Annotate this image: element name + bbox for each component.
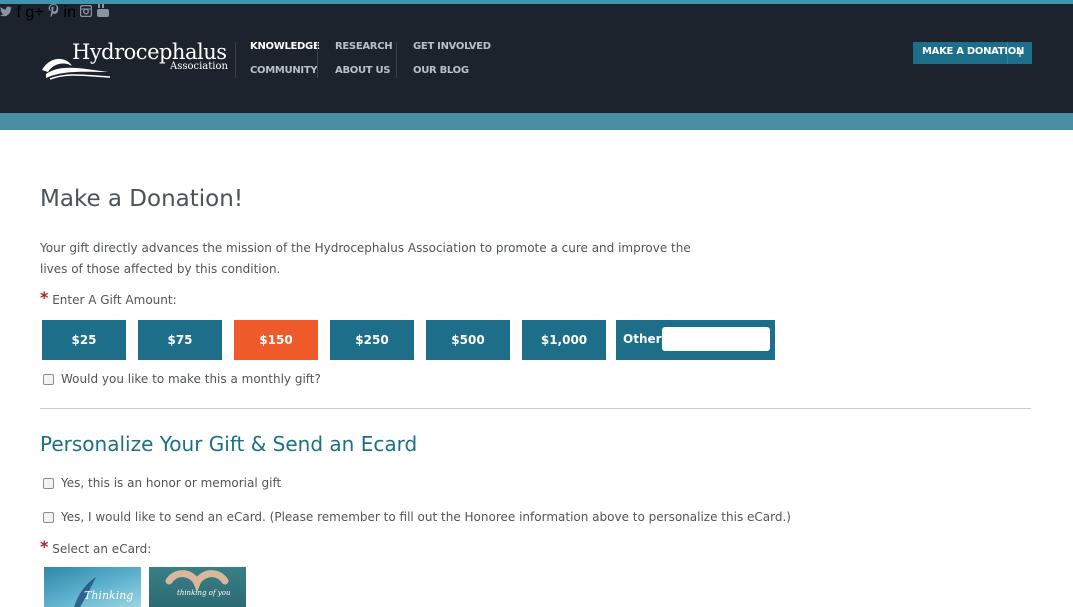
nav-column-3: GET INVOLVED OUR BLOG [413, 40, 491, 88]
honor-gift-checkbox[interactable] [43, 478, 54, 489]
ecard-text: Thinking [84, 589, 134, 602]
amount-button-25[interactable]: $25 [42, 320, 126, 360]
section-divider [40, 408, 1031, 409]
amount-button-1000[interactable]: $1,000 [522, 320, 606, 360]
required-marker: * [40, 288, 49, 307]
gift-amount-label-text: Enter A Gift Amount: [52, 293, 177, 307]
nav-about-us[interactable]: ABOUT US [335, 64, 392, 88]
intro-text: Your gift directly advances the mission … [40, 241, 691, 276]
social-icons: f g+ in [0, 4, 1073, 22]
nav-column-2: RESEARCH ABOUT US [335, 40, 393, 88]
monthly-gift-row: Would you like to make this a monthly gi… [43, 372, 321, 386]
ecard-optin-row: Yes, I would like to send an eCard. (Ple… [43, 510, 791, 524]
nav-column-1: KNOWLEDGE COMMUNITY [250, 40, 320, 88]
instagram-icon[interactable] [80, 4, 96, 21]
heart-hands-icon [165, 570, 229, 593]
logo[interactable]: Hydrocephalus Association [40, 36, 228, 88]
ecard-optin-checkbox[interactable] [43, 512, 54, 523]
nav-get-involved[interactable]: GET INVOLVED [413, 40, 491, 64]
amount-button-250[interactable]: $250 [330, 320, 414, 360]
ecard-option-thinking[interactable]: Thinking [44, 567, 141, 607]
ecard-optin-label: Yes, I would like to send an eCard. (Ple… [61, 510, 791, 524]
nav-our-blog[interactable]: OUR BLOG [413, 64, 491, 88]
site-header: Hydrocephalus Association KNOWLEDGE COMM… [0, 4, 1073, 113]
gift-amount-label: * Enter A Gift Amount: [40, 290, 177, 308]
section-title: Personalize Your Gift & Send an Ecard [40, 432, 418, 456]
other-amount-input[interactable] [662, 327, 770, 351]
amount-button-75[interactable]: $75 [138, 320, 222, 360]
other-amount-label: Other [623, 332, 662, 346]
header-accent-band [0, 113, 1073, 130]
nav-knowledge[interactable]: KNOWLEDGE [250, 40, 320, 64]
plus-icon: + [1007, 42, 1032, 64]
facebook-icon[interactable]: f [16, 4, 20, 21]
make-donation-button[interactable]: MAKE A DONATION + [913, 42, 1032, 64]
ecard-select-label-text: Select an eCard: [52, 542, 152, 556]
ecard-select-label: * Select an eCard: [40, 539, 152, 557]
amount-button-500[interactable]: $500 [426, 320, 510, 360]
nav-research[interactable]: RESEARCH [335, 40, 393, 64]
honor-gift-label: Yes, this is an honor or memorial gift [61, 476, 282, 490]
required-marker: * [40, 537, 49, 556]
linkedin-icon[interactable]: in [64, 4, 76, 21]
ecard-text: thinking of you [177, 589, 231, 597]
logo-sub-text: Association [170, 61, 228, 72]
nav-separator [317, 42, 318, 78]
twitter-icon[interactable] [0, 4, 16, 21]
nav-separator [235, 42, 236, 78]
nav-separator [396, 42, 397, 78]
google-plus-icon[interactable]: g+ [25, 4, 43, 21]
amount-button-150[interactable]: $150 [234, 320, 318, 360]
ecard-option-thinking-of-you[interactable]: thinking of you [149, 567, 246, 607]
monthly-gift-label: Would you like to make this a monthly gi… [61, 372, 321, 386]
monthly-gift-checkbox[interactable] [43, 374, 54, 385]
pinterest-icon[interactable] [48, 4, 63, 21]
honor-gift-row: Yes, this is an honor or memorial gift [43, 476, 281, 490]
nav-community[interactable]: COMMUNITY [250, 64, 320, 88]
youtube-icon[interactable] [96, 4, 109, 21]
other-amount-group: Other [616, 320, 775, 360]
page-title: Make a Donation! [40, 186, 244, 212]
